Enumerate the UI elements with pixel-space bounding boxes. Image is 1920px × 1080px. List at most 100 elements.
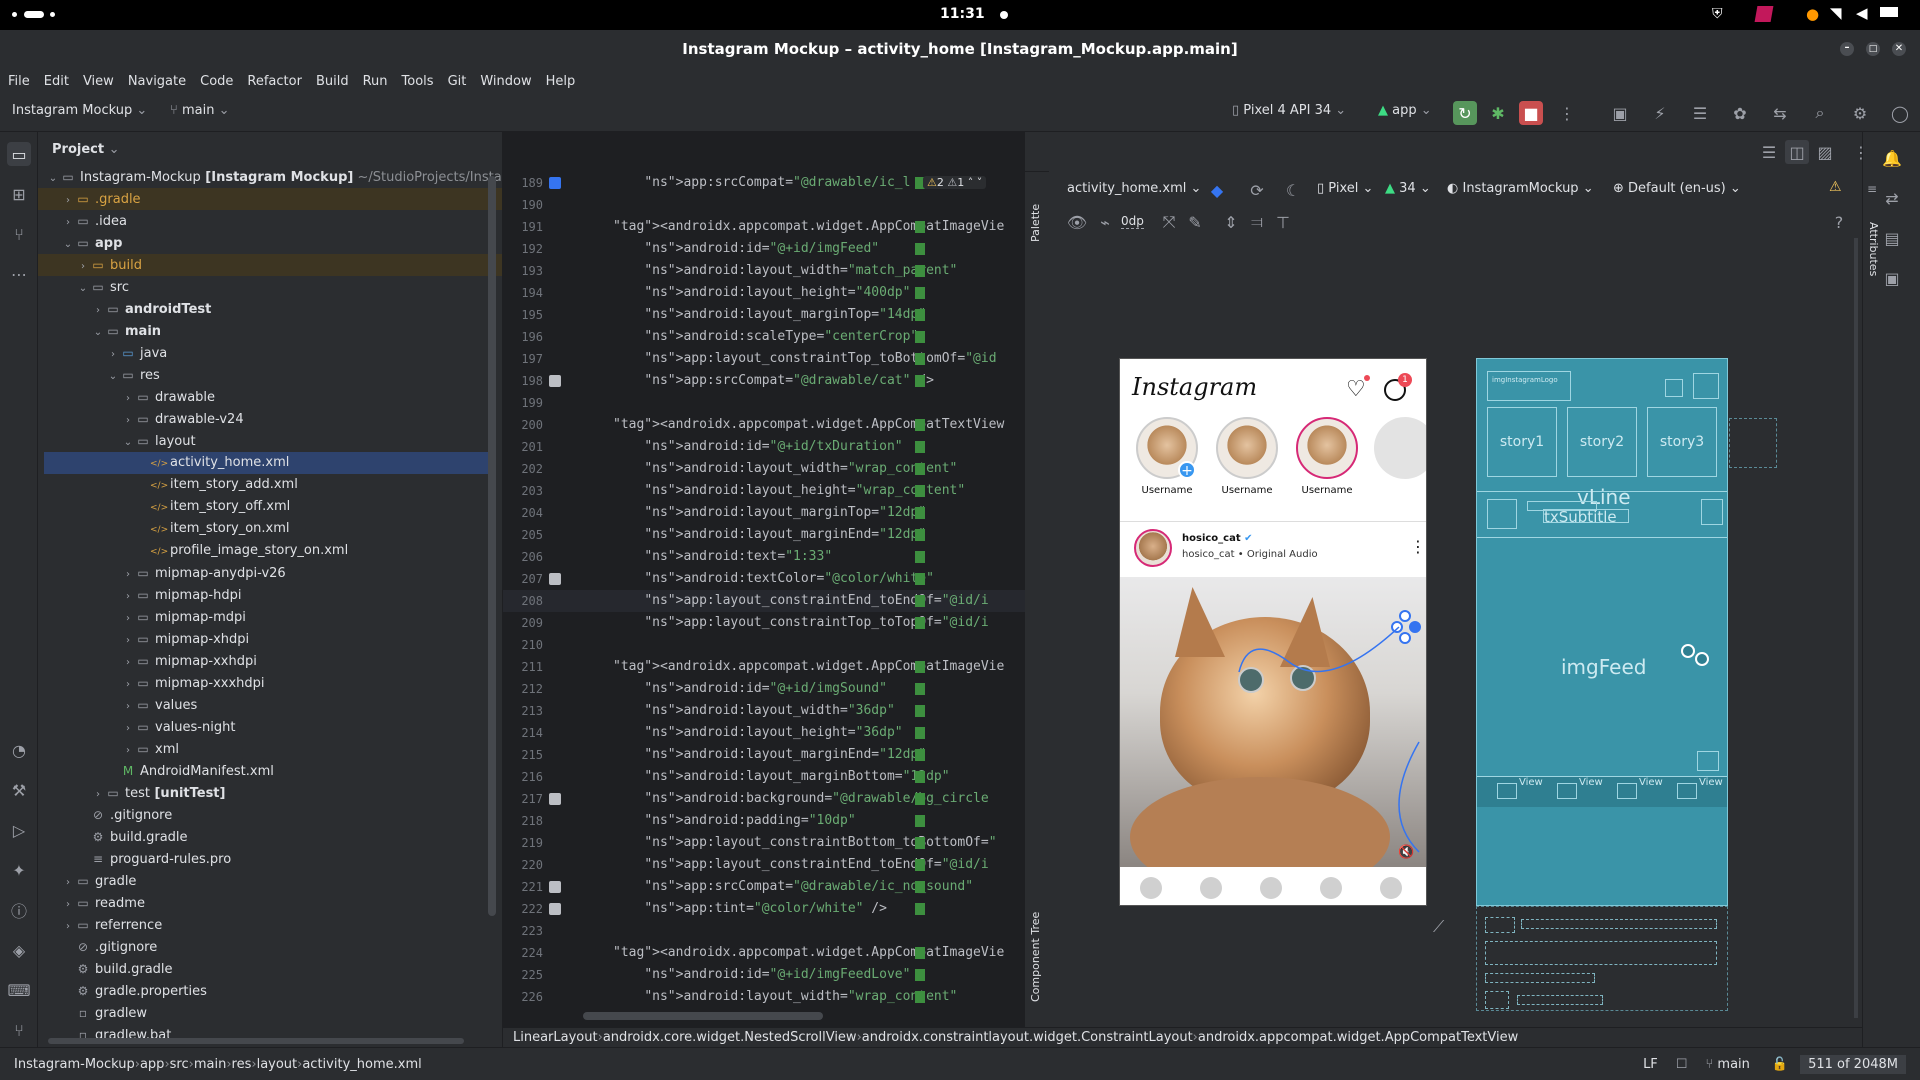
chevron-right-icon[interactable]: › <box>121 718 135 740</box>
tree-item[interactable]: ▫ gradlew <box>38 1002 502 1024</box>
rerun-button[interactable]: ↻ <box>1453 101 1477 125</box>
breadcrumb-item[interactable]: androidx.core.widget.NestedScrollView <box>603 1030 857 1045</box>
chevron-right-icon[interactable]: › <box>121 696 135 718</box>
tree-item[interactable]: ⊘ .gitignore <box>38 804 502 826</box>
status-path-item[interactable]: layout <box>257 1057 298 1072</box>
menu-code[interactable]: Code <box>200 74 233 89</box>
chevron-right-icon[interactable]: › <box>61 212 75 234</box>
battery-icon[interactable] <box>1880 7 1898 17</box>
inspection-widget[interactable]: ⚠2 ⚠1 ˄ ˅ <box>923 176 987 189</box>
menu-file[interactable]: File <box>8 74 30 89</box>
menu-edit[interactable]: Edit <box>44 74 69 89</box>
settings-icon[interactable]: ⚙ <box>1848 101 1872 125</box>
attributes-tab[interactable]: Attributes <box>1867 222 1880 276</box>
tree-item[interactable]: </> profile_image_story_on.xml <box>38 540 502 562</box>
app-indicator-icon[interactable] <box>1754 6 1774 22</box>
resource-preview-icon[interactable] <box>549 793 561 805</box>
tree-item[interactable]: › ▭ androidTest <box>38 298 502 320</box>
tree-item[interactable]: </> item_story_add.xml <box>38 474 502 496</box>
clock[interactable]: 11:31 <box>940 6 985 22</box>
design-scrollbar[interactable] <box>1854 238 1858 1018</box>
menu-refactor[interactable]: Refactor <box>247 74 302 89</box>
component-tree-tab[interactable]: Component Tree <box>1029 902 1042 1002</box>
stop-button[interactable]: ■ <box>1519 101 1543 125</box>
status-path-item[interactable]: activity_home.xml <box>302 1057 421 1072</box>
tree-item[interactable]: › ▭ test [unitTest] <box>38 782 502 804</box>
tree-item[interactable]: ⌄ ▭ main <box>38 320 502 342</box>
bp-constraint-handle[interactable] <box>1695 652 1709 666</box>
menu-tools[interactable]: Tools <box>402 74 434 89</box>
resize-handle-icon[interactable]: ⟋ <box>1433 917 1444 937</box>
design-view-icon[interactable]: ▨ <box>1813 140 1837 164</box>
default-margin-selector[interactable]: 0dp <box>1121 214 1144 229</box>
chevron-right-icon[interactable]: › <box>121 740 135 762</box>
commit-icon[interactable]: ⑂ <box>7 222 31 246</box>
more-tools-icon[interactable]: ⋯ <box>7 262 31 286</box>
tree-item[interactable]: ⌄ ▭ src <box>38 276 502 298</box>
tree-item[interactable]: › ▭ values-night <box>38 716 502 738</box>
tree-item[interactable]: › ▭ java <box>38 342 502 364</box>
chevron-right-icon[interactable]: › <box>121 564 135 586</box>
chevron-down-icon[interactable]: ⌄ <box>106 366 120 388</box>
breadcrumb-item[interactable]: androidx.constraintlayout.widget.Constra… <box>862 1030 1193 1045</box>
project-selector[interactable]: Instagram Mockup ⌄ <box>12 103 147 118</box>
theme-selector[interactable]: ◐ InstagramMockup ⌄ <box>1447 181 1594 196</box>
bp-constraint-handle[interactable] <box>1681 644 1695 658</box>
tree-item[interactable]: › ▭ build <box>38 254 502 276</box>
tree-item[interactable]: ⚙ build.gradle <box>38 826 502 848</box>
check-badge-icon[interactable] <box>549 177 561 189</box>
pack-icon[interactable]: ⇕ <box>1219 210 1243 234</box>
chevron-right-icon[interactable]: › <box>121 388 135 410</box>
structure-icon[interactable]: ⊞ <box>7 182 31 206</box>
tree-item[interactable]: </> activity_home.xml <box>44 452 496 474</box>
menu-help[interactable]: Help <box>546 74 576 89</box>
device-preview-selector[interactable]: ▯ Pixel ⌄ <box>1317 181 1373 196</box>
palette-tab[interactable]: Palette <box>1029 182 1042 242</box>
maximize-icon[interactable]: □ <box>1866 42 1880 56</box>
layout-file-selector[interactable]: activity_home.xml ⌄ <box>1067 181 1201 196</box>
close-icon[interactable]: ✕ <box>1892 42 1906 56</box>
warning-icon[interactable]: ⚠ <box>1829 179 1842 195</box>
view-options-icon[interactable]: 👁 <box>1065 210 1089 234</box>
memory-indicator[interactable]: 511 of 2048M <box>1800 1054 1906 1074</box>
more-actions-icon[interactable]: ⋮ <box>1555 101 1579 125</box>
app-inspection-icon[interactable]: ✿ <box>1728 101 1752 125</box>
tree-item[interactable]: ⊘ .gitignore <box>38 936 502 958</box>
resource-preview-icon[interactable] <box>549 881 561 893</box>
menu-run[interactable]: Run <box>363 74 388 89</box>
chevron-right-icon[interactable]: › <box>61 190 75 212</box>
orientation-icon[interactable]: ⟳ <box>1245 178 1269 202</box>
tree-item[interactable]: ⚙ gradle.properties <box>38 980 502 1002</box>
status-path-item[interactable]: src <box>170 1057 189 1072</box>
breadcrumb-item[interactable]: LinearLayout <box>513 1030 598 1045</box>
menu-navigate[interactable]: Navigate <box>128 74 186 89</box>
status-path-item[interactable]: main <box>194 1057 226 1072</box>
tree-item[interactable]: › ▭ .gradle <box>38 188 502 210</box>
tree-item[interactable]: ⚙ build.gradle <box>38 958 502 980</box>
tree-item[interactable]: ⌄ ▭ app <box>38 232 502 254</box>
wifi-icon[interactable]: ◥ <box>1830 4 1842 22</box>
project-tool-icon[interactable]: ▭ <box>7 142 31 166</box>
tree-item[interactable]: › ▭ mipmap-xhdpi <box>38 628 502 650</box>
tree-item[interactable]: ⌄ ▭ res <box>38 364 502 386</box>
search-icon[interactable]: ⌕ <box>1808 101 1832 125</box>
problems-icon[interactable]: ⓘ <box>7 898 31 922</box>
tree-item[interactable]: › ▭ xml <box>38 738 502 760</box>
night-mode-icon[interactable]: ☾ <box>1281 178 1305 202</box>
chevron-right-icon[interactable]: › <box>76 256 90 278</box>
tree-item[interactable]: › ▭ referrence <box>38 914 502 936</box>
minimize-icon[interactable]: – <box>1840 42 1854 56</box>
design-surface-icon[interactable]: ◆ <box>1205 178 1229 202</box>
tree-item[interactable]: › ▭ drawable <box>38 386 502 408</box>
status-path-item[interactable]: res <box>232 1057 252 1072</box>
tree-item[interactable]: › ▭ mipmap-hdpi <box>38 584 502 606</box>
menu-window[interactable]: Window <box>480 74 531 89</box>
chevron-right-icon[interactable]: › <box>121 674 135 696</box>
code-view-icon[interactable]: ☰ <box>1757 140 1781 164</box>
notifications-icon[interactable]: 🔔 <box>1880 146 1904 170</box>
tree-item[interactable]: › ▭ readme <box>38 892 502 914</box>
resource-preview-icon[interactable] <box>549 903 561 915</box>
app-quality-icon[interactable]: ✦ <box>7 858 31 882</box>
blueprint-preview[interactable]: imgInstagramLogo story1story2story3 vStor… <box>1476 358 1728 906</box>
tree-h-scrollbar[interactable] <box>48 1038 464 1044</box>
